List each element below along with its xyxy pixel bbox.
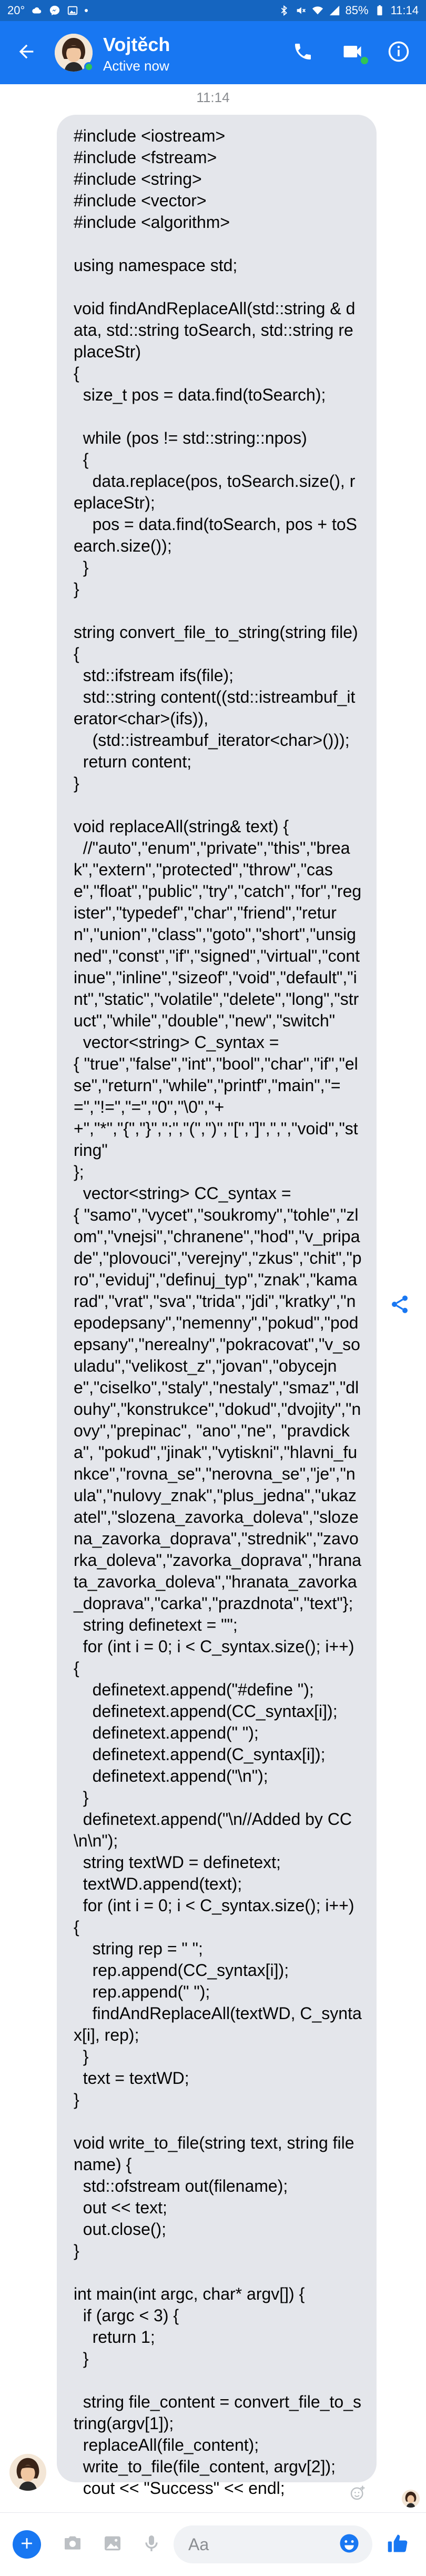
conversation-info-button[interactable]	[383, 37, 414, 68]
message-timestamp: 11:14	[196, 89, 230, 105]
plus-icon	[18, 2534, 36, 2555]
add-reaction-icon	[349, 2484, 366, 2504]
online-indicator	[84, 62, 94, 72]
add-reaction-button[interactable]	[347, 2483, 368, 2504]
share-message-button[interactable]	[386, 1292, 413, 1319]
bluetooth-icon	[278, 5, 290, 16]
voice-message-button[interactable]	[136, 2529, 167, 2560]
more-notifications-icon	[85, 9, 88, 12]
like-button[interactable]	[382, 2529, 413, 2560]
battery-percent: 85%	[345, 4, 369, 17]
wifi-icon	[312, 5, 323, 16]
back-button[interactable]	[13, 39, 40, 66]
gallery-button[interactable]	[97, 2529, 128, 2560]
share-icon	[389, 1294, 410, 1317]
battery-icon	[374, 5, 386, 16]
image-icon	[102, 2533, 123, 2557]
back-arrow-icon	[16, 41, 37, 65]
emoji-button[interactable]	[333, 2529, 365, 2560]
phone-icon	[292, 41, 313, 65]
image-notification-icon	[67, 5, 78, 16]
message-composer	[0, 2512, 426, 2576]
emoji-icon	[338, 2532, 360, 2557]
clock: 11:14	[390, 4, 419, 17]
info-icon	[388, 41, 410, 65]
mute-icon	[295, 5, 307, 16]
message-bubble[interactable]: #include <iostream> #include <fstream> #…	[57, 115, 377, 2562]
more-actions-button[interactable]	[13, 2530, 41, 2559]
contact-name[interactable]: Vojtěch	[103, 34, 170, 56]
sender-avatar[interactable]	[9, 2454, 46, 2491]
seen-by-avatar	[402, 2490, 420, 2508]
cloud-icon	[31, 5, 43, 16]
thumbs-up-icon	[386, 2532, 409, 2558]
conversation-header: Vojtěch Active now	[0, 21, 426, 84]
signal-icon	[329, 5, 340, 16]
weather-temperature: 20°	[7, 4, 25, 17]
messenger-notification-icon	[49, 5, 60, 16]
microphone-icon	[141, 2533, 162, 2557]
message-text: #include <iostream> #include <fstream> #…	[74, 126, 362, 2562]
video-call-button[interactable]	[337, 37, 369, 68]
status-bar: 20° 85% 11:14	[0, 0, 426, 21]
camera-icon	[62, 2533, 83, 2557]
contact-status: Active now	[103, 58, 169, 74]
camera-button[interactable]	[57, 2529, 88, 2560]
video-active-indicator	[360, 56, 369, 65]
voice-call-button[interactable]	[287, 37, 319, 68]
